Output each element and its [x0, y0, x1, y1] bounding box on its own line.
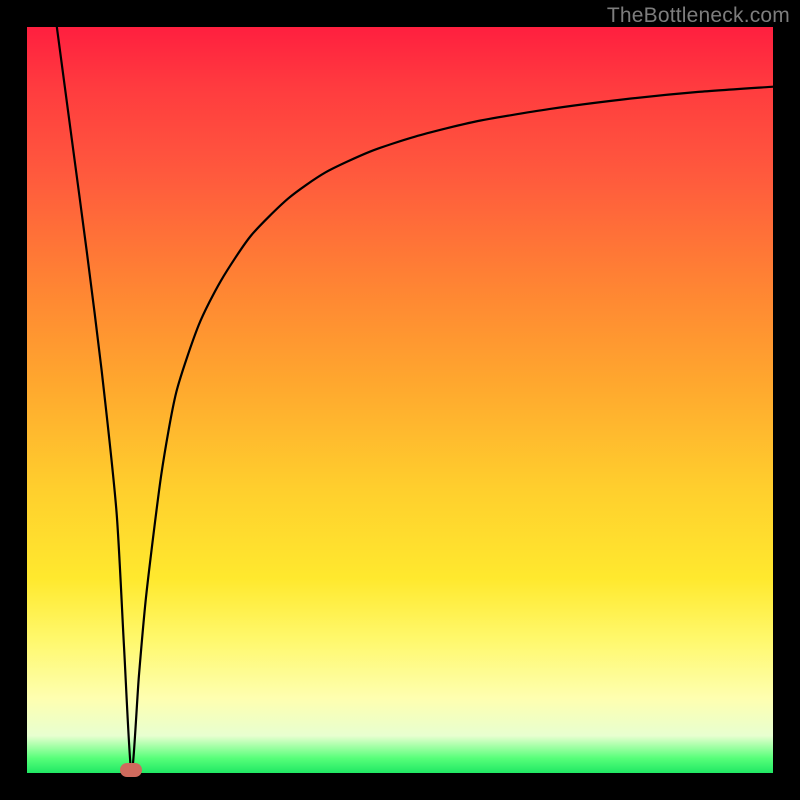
chart-frame: TheBottleneck.com [0, 0, 800, 800]
plot-area [27, 27, 773, 773]
curve-svg [27, 27, 773, 773]
bottleneck-curve [57, 27, 773, 773]
minimum-marker [120, 763, 142, 777]
watermark-label: TheBottleneck.com [607, 4, 790, 28]
